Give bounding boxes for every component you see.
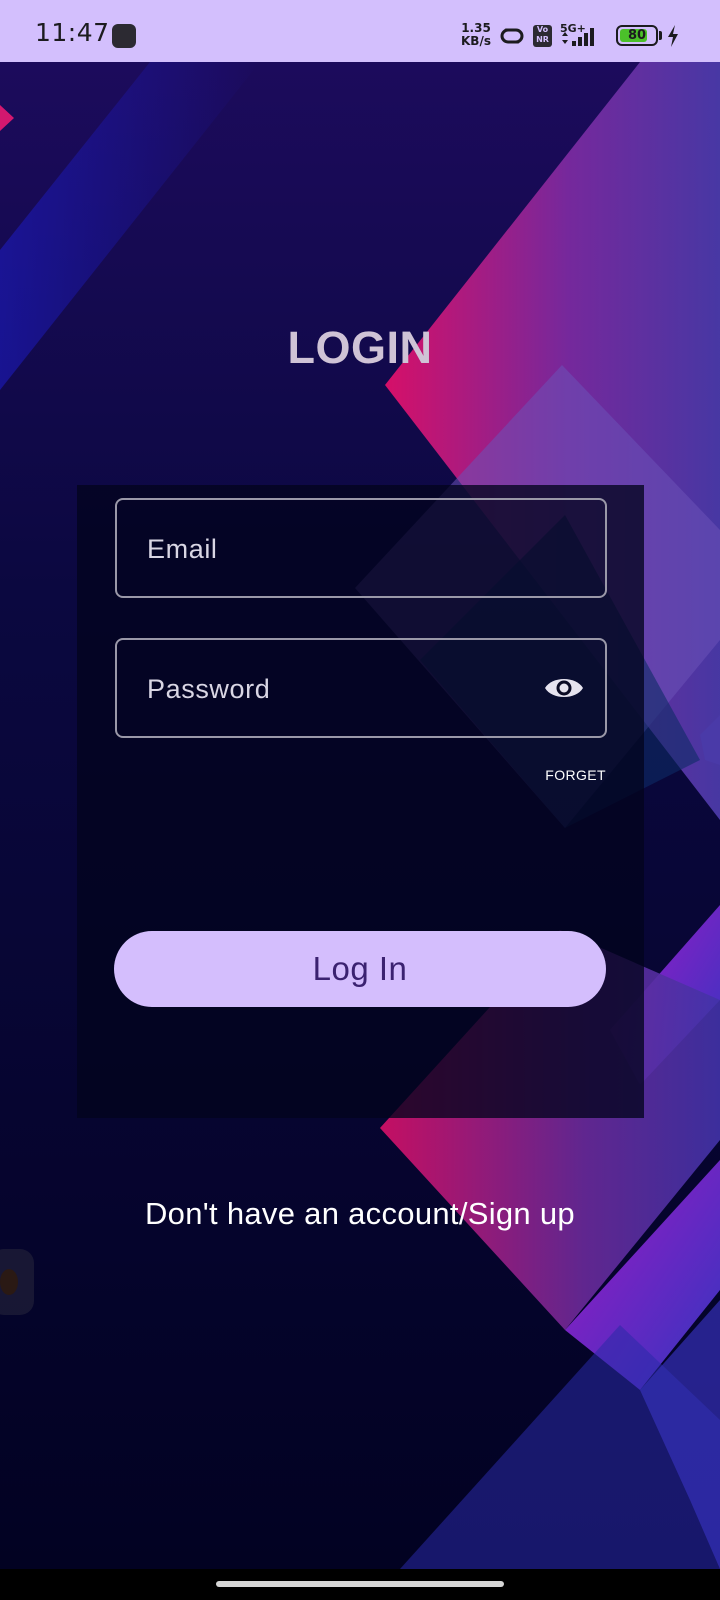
login-button[interactable]: Log In (114, 931, 606, 1007)
app-notification-icon (112, 24, 136, 48)
battery-tip (659, 31, 662, 40)
battery-level: 80 (627, 28, 647, 43)
home-indicator[interactable] (216, 1581, 504, 1587)
status-bar: 11:47 1.35 KB/s Vo NR 5G+ 80 (0, 0, 720, 62)
volte-bottom-label: NR (536, 35, 549, 44)
volte-top-label: Vo (536, 25, 549, 34)
floating-assistant-bubble[interactable] (0, 1249, 34, 1315)
email-placeholder: Email (147, 534, 218, 564)
charging-icon (668, 25, 678, 47)
password-placeholder: Password (147, 674, 271, 704)
page-title: LOGIN (287, 322, 433, 373)
floating-bubble-icon (0, 1269, 18, 1295)
password-field[interactable]: Password (115, 638, 607, 738)
network-speed-unit: KB/s (461, 34, 491, 48)
signal-icon (562, 28, 594, 46)
status-time: 11:47 (35, 18, 110, 47)
navigation-bar (0, 1569, 720, 1600)
hotspot-icon (500, 28, 524, 44)
network-speed: 1.35 KB/s (459, 22, 493, 48)
email-field[interactable]: Email (115, 498, 607, 598)
signup-link[interactable]: Don't have an account/Sign up (0, 1196, 720, 1232)
eye-icon[interactable] (543, 670, 585, 706)
battery-icon: 80 (616, 25, 658, 46)
forget-password-link[interactable]: FORGET (520, 767, 606, 783)
login-screen: 11:47 1.35 KB/s Vo NR 5G+ 80 LOGIN Email… (0, 0, 720, 1600)
volte-icon: Vo NR (533, 25, 552, 47)
